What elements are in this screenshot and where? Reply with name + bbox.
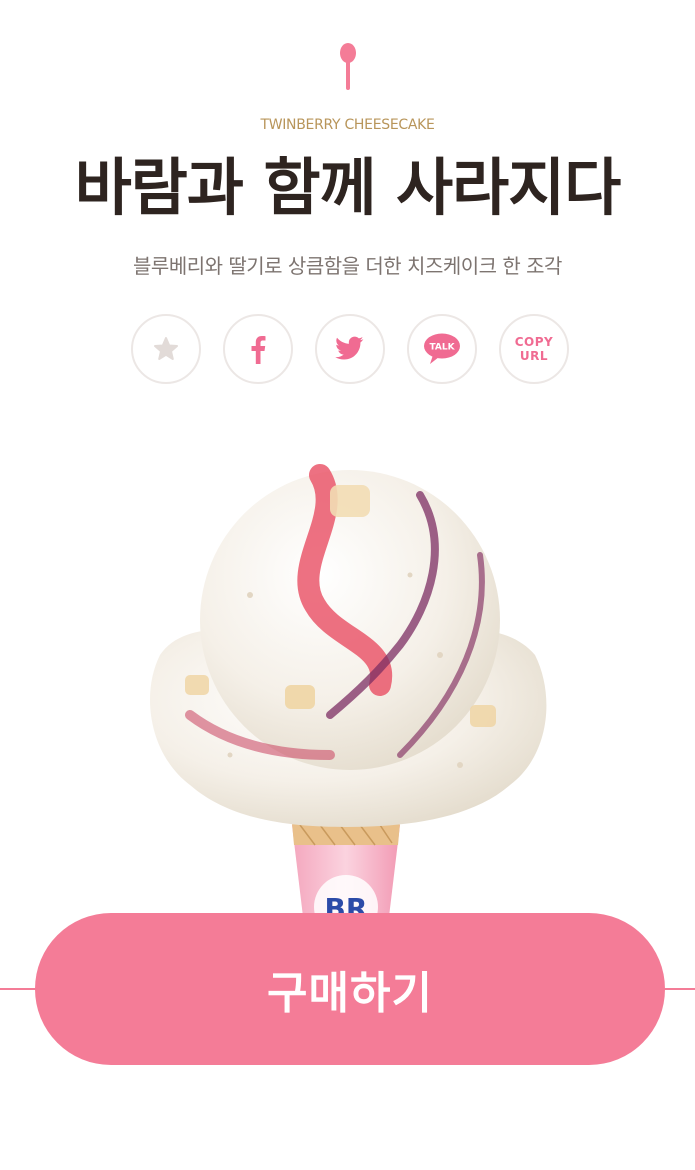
product-korean-name: 바람과 함께 사라지다 (74, 151, 622, 224)
product-description: 블루베리와 딸기로 상큼함을 더한 치즈케이크 한 조각 (133, 254, 562, 278)
copy-url-button[interactable]: COPY URL (499, 314, 569, 384)
url-label: URL (519, 349, 549, 363)
product-detail-page: TWINBERRY CHEESECAKE 바람과 함께 사라지다 블루베리와 딸… (0, 0, 695, 1170)
product-english-name: TWINBERRY CHEESECAKE (260, 117, 435, 133)
facebook-icon (251, 336, 266, 364)
talk-icon: TALK (424, 333, 460, 364)
twitter-icon (335, 336, 364, 360)
copy-label: COPY (514, 335, 554, 349)
favorite-button[interactable] (131, 314, 201, 384)
twitter-share-button[interactable] (315, 314, 385, 384)
share-buttons: TALK COPY URL (131, 314, 569, 384)
spoon-icon (337, 42, 359, 92)
star-icon (154, 337, 178, 360)
facebook-share-button[interactable] (223, 314, 293, 384)
ice-cream-cone-image: BR (130, 455, 560, 939)
kakaotalk-share-button[interactable]: TALK (407, 314, 477, 384)
copy-url-icon: COPY URL (515, 335, 554, 363)
talk-label: TALK (429, 343, 455, 353)
buy-button[interactable]: 구매하기 (35, 913, 665, 1065)
